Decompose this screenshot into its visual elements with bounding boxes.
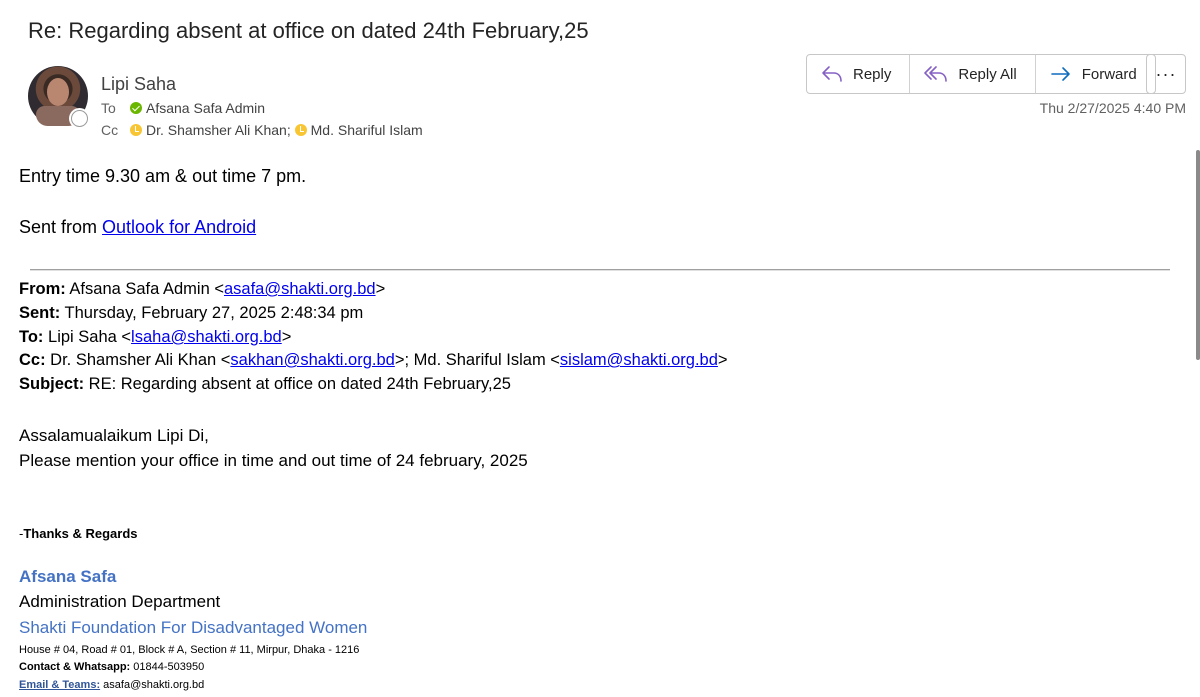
recipient-afsana[interactable]: Afsana Safa Admin bbox=[146, 100, 265, 116]
quoted-sent: Sent: Thursday, February 27, 2025 2:48:3… bbox=[19, 304, 364, 322]
from-email-link[interactable]: asafa@shakti.org.bd bbox=[224, 280, 376, 298]
signature-contact: Contact & Whatsapp: 01844-503950 bbox=[19, 661, 205, 673]
email-subject: Re: Regarding absent at office on dated … bbox=[28, 18, 589, 43]
cc-email-link-2[interactable]: sislam@shakti.org.bd bbox=[560, 351, 718, 369]
quoted-cc: Cc: Dr. Shamsher Ali Khan <sakhan@shakti… bbox=[19, 351, 728, 369]
more-options-button[interactable]: ··· bbox=[1146, 54, 1186, 94]
vertical-scrollbar[interactable] bbox=[1196, 150, 1200, 360]
cc-recipients: Dr. Shamsher Ali Khan; Md. Shariful Isla… bbox=[130, 122, 423, 138]
sent-from-line: Sent from Outlook for Android bbox=[19, 217, 257, 237]
quoted-to: To: Lipi Saha <lsaha@shakti.org.bd> bbox=[19, 328, 292, 346]
reply-actions-group: Reply Reply All Forward bbox=[806, 54, 1156, 94]
forward-icon bbox=[1050, 67, 1070, 81]
to-recipients: Afsana Safa Admin bbox=[130, 100, 265, 116]
recipient-shamsher[interactable]: Dr. Shamsher Ali Khan bbox=[146, 122, 287, 138]
signature-name: Afsana Safa bbox=[19, 567, 117, 586]
to-label: To bbox=[101, 100, 116, 116]
reply-button[interactable]: Reply bbox=[807, 55, 911, 93]
cc-email-link-1[interactable]: sakhan@shakti.org.bd bbox=[230, 351, 394, 369]
outlook-android-link[interactable]: Outlook for Android bbox=[102, 217, 256, 237]
away-status-icon bbox=[130, 124, 142, 136]
signature-address: House # 04, Road # 01, Block # A, Sectio… bbox=[19, 644, 360, 656]
quoted-from: From: Afsana Safa Admin <asafa@shakti.or… bbox=[19, 280, 386, 298]
reply-icon bbox=[822, 66, 842, 82]
presence-offline-icon bbox=[71, 110, 88, 127]
signature-organization: Shakti Foundation For Disadvantaged Wome… bbox=[19, 618, 368, 637]
reply-all-icon bbox=[924, 66, 948, 82]
message: Please mention your office in time and o… bbox=[19, 451, 528, 470]
away-status-icon bbox=[294, 124, 307, 136]
available-status-icon bbox=[130, 102, 142, 114]
quote-divider bbox=[30, 269, 1170, 271]
signature-email-link[interactable]: Email & Teams: bbox=[19, 679, 100, 691]
greeting: Assalamualaikum Lipi Di, bbox=[19, 426, 209, 445]
signature-email: Email & Teams: asafa@shakti.org.bd bbox=[19, 679, 205, 691]
quoted-subject: Subject: RE: Regarding absent at office … bbox=[19, 375, 511, 393]
forward-button[interactable]: Forward bbox=[1036, 55, 1155, 93]
recipient-shariful[interactable]: Md. Shariful Islam bbox=[311, 122, 423, 138]
signature-department: Administration Department bbox=[19, 592, 221, 611]
body-line: Entry time 9.30 am & out time 7 pm. bbox=[19, 166, 307, 186]
sender-name[interactable]: Lipi Saha bbox=[101, 74, 176, 95]
reply-all-button[interactable]: Reply All bbox=[910, 55, 1036, 93]
to-email-link[interactable]: lsaha@shakti.org.bd bbox=[131, 328, 282, 346]
more-icon: ··· bbox=[1155, 63, 1177, 84]
thanks-line: -Thanks & Regards bbox=[19, 526, 138, 541]
received-timestamp: Thu 2/27/2025 4:40 PM bbox=[1039, 100, 1186, 116]
cc-label: Cc bbox=[101, 122, 119, 138]
